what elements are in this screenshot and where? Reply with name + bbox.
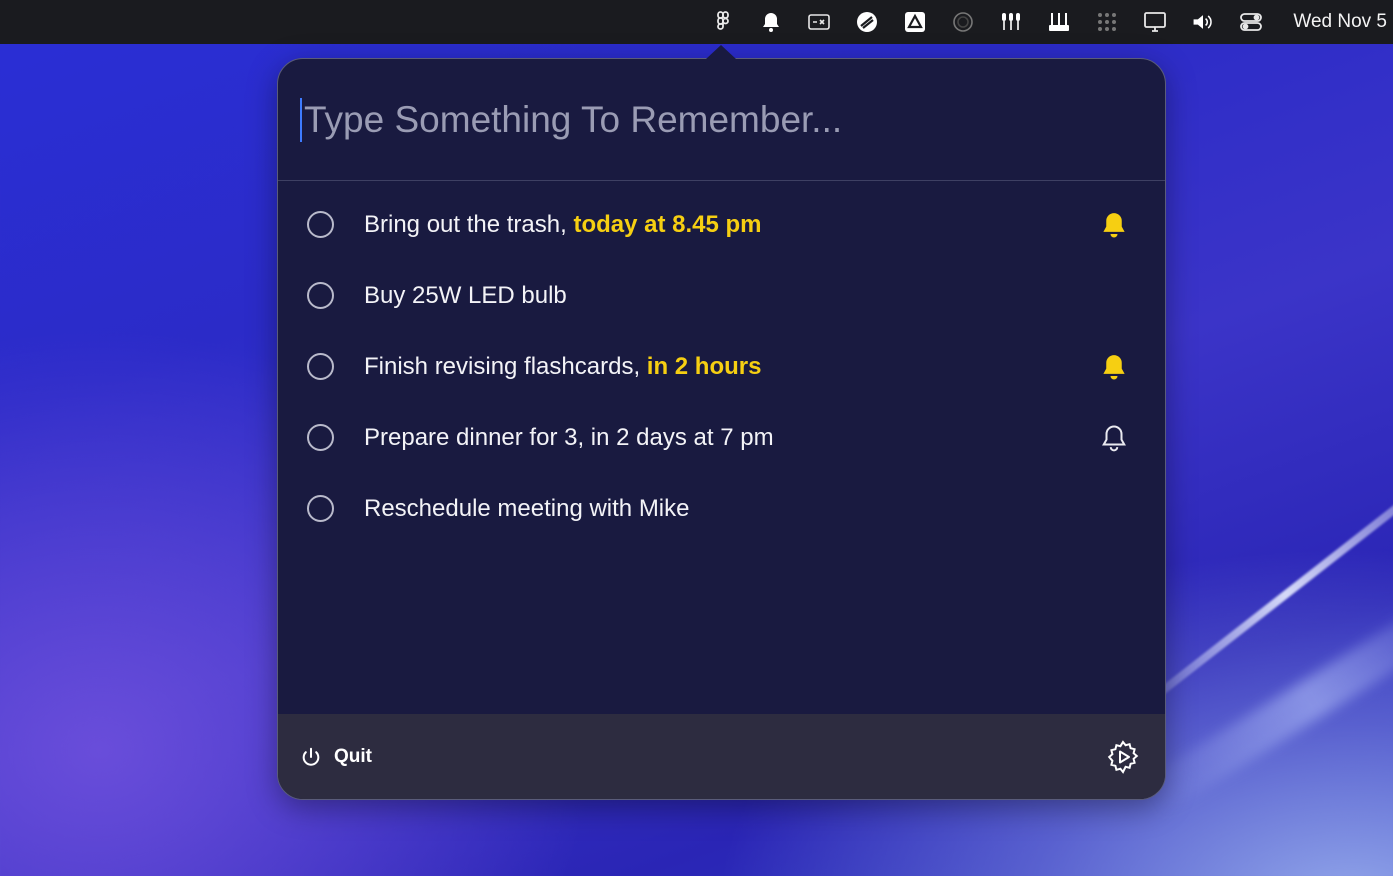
bell-icon[interactable] xyxy=(747,0,795,44)
figma-icon[interactable] xyxy=(699,0,747,44)
drafts-icon[interactable] xyxy=(843,0,891,44)
list-item[interactable]: Buy 25W LED bulb xyxy=(278,260,1165,331)
caption-icon[interactable] xyxy=(795,0,843,44)
reminder-list: Bring out the trash, today at 8.45 pm Bu… xyxy=(278,189,1165,544)
volume-icon[interactable] xyxy=(1179,0,1227,44)
item-text: Bring out the trash, today at 8.45 pm xyxy=(364,210,762,238)
complete-checkbox[interactable] xyxy=(307,495,334,522)
item-due-highlight: today at 8.45 pm xyxy=(573,210,762,238)
drive-icon[interactable] xyxy=(891,0,939,44)
quit-label: Quit xyxy=(334,745,372,767)
item-text: Reschedule meeting with Mike xyxy=(364,494,690,522)
complete-checkbox[interactable] xyxy=(307,211,334,238)
power-icon xyxy=(302,747,320,766)
display-icon[interactable] xyxy=(1131,0,1179,44)
bell-filled-icon[interactable] xyxy=(1099,352,1129,382)
circle-icon[interactable] xyxy=(939,0,987,44)
list-item[interactable]: Prepare dinner for 3, in 2 days at 7 pm xyxy=(278,402,1165,473)
reminder-input[interactable] xyxy=(304,98,1104,141)
reminder-input-row xyxy=(278,59,1165,181)
reminder-popover: Bring out the trash, today at 8.45 pm Bu… xyxy=(277,58,1166,800)
text-caret xyxy=(300,97,302,142)
menubar: Wed Nov 5 xyxy=(0,0,1393,44)
gear-icon[interactable] xyxy=(1105,739,1141,775)
menubar-clock[interactable]: Wed Nov 5 xyxy=(1275,11,1387,33)
mic-array-icon[interactable] xyxy=(987,0,1035,44)
quit-button[interactable]: Quit xyxy=(300,746,372,768)
list-item[interactable]: Bring out the trash, today at 8.45 pm xyxy=(278,189,1165,260)
item-text: Prepare dinner for 3, in 2 days at 7 pm xyxy=(364,423,774,451)
list-item[interactable]: Finish revising flashcards, in 2 hours xyxy=(278,331,1165,402)
complete-checkbox[interactable] xyxy=(307,424,334,451)
control-center-icon[interactable] xyxy=(1227,0,1275,44)
bell-outline-icon[interactable] xyxy=(1099,423,1129,453)
popover-footer: Quit xyxy=(278,714,1165,799)
grid-icon[interactable] xyxy=(1083,0,1131,44)
list-item[interactable]: Reschedule meeting with Mike xyxy=(278,473,1165,544)
item-due-highlight: in 2 hours xyxy=(646,352,762,380)
popover-arrow xyxy=(706,45,736,59)
item-text: Buy 25W LED bulb xyxy=(364,281,567,309)
bell-filled-icon[interactable] xyxy=(1099,210,1129,240)
complete-checkbox[interactable] xyxy=(307,353,334,380)
tools-icon[interactable] xyxy=(1035,0,1083,44)
item-text: Finish revising flashcards, in 2 hours xyxy=(364,352,762,380)
wallpaper-streak-glow xyxy=(1139,581,1393,817)
complete-checkbox[interactable] xyxy=(307,282,334,309)
